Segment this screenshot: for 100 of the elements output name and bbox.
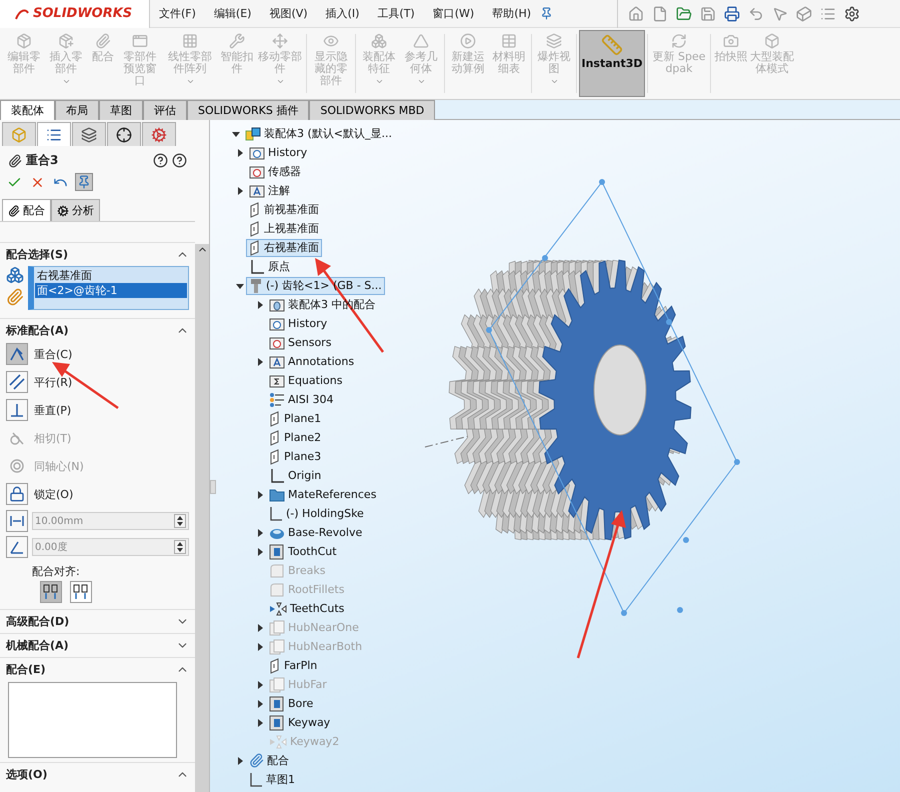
selection-item[interactable]: 面<2>@齿轮-1	[35, 283, 187, 298]
collapsed-caret-icon[interactable]	[236, 186, 244, 194]
menu-item[interactable]: 帮助(H)	[483, 6, 540, 21]
panel-tab[interactable]	[37, 122, 71, 146]
tree-item[interactable]: ToothCut	[266, 542, 340, 560]
tree-item[interactable]: 传感器	[246, 162, 304, 180]
layers-icon	[546, 33, 562, 49]
menu-item[interactable]: 编辑(E)	[204, 6, 260, 21]
paperclip-icon	[95, 33, 111, 49]
plane-icon	[269, 410, 281, 426]
boxes-icon	[371, 33, 387, 49]
panel-collapse-handle[interactable]	[210, 480, 216, 494]
save-icon[interactable]	[700, 6, 716, 22]
folder-paperclip-icon	[269, 298, 285, 312]
aligned-icon[interactable]	[40, 581, 62, 603]
panel-subtab[interactable]: 分析	[51, 199, 100, 221]
folder-letter-icon	[249, 184, 265, 198]
tree-item[interactable]: 装配体3 (默认<默认_显...	[242, 124, 395, 142]
command-tab[interactable]: 草图	[99, 100, 143, 120]
tree-item[interactable]: 配合	[246, 752, 292, 770]
command-tab[interactable]: 装配体	[0, 100, 55, 120]
expanded-caret-icon[interactable]	[236, 282, 244, 290]
tree-item[interactable]: 右视基准面	[246, 238, 322, 256]
command-tab[interactable]: 评估	[143, 100, 187, 120]
distance-icon[interactable]	[6, 510, 28, 532]
tree-item[interactable]: TeethCuts	[266, 600, 348, 618]
tree-item[interactable]: MateReferences	[266, 486, 380, 504]
help-icon[interactable]	[172, 153, 187, 168]
panel-tab[interactable]	[107, 122, 141, 146]
tree-item[interactable]: Sensors	[266, 334, 334, 352]
mate-type-button[interactable]	[6, 483, 28, 505]
open-folder-icon[interactable]	[676, 6, 692, 22]
pointer-icon[interactable]	[772, 6, 788, 22]
tree-item[interactable]: Base-Revolve	[266, 524, 366, 542]
menu-item[interactable]: 文件(F)	[150, 6, 205, 21]
mate-type-button[interactable]	[6, 399, 28, 421]
crosshair-icon	[116, 126, 132, 142]
command-tab[interactable]: 布局	[55, 100, 99, 120]
tree-item[interactable]: 前视基准面	[246, 200, 322, 218]
mates-list-box[interactable]	[8, 682, 177, 758]
settings-icon[interactable]	[844, 6, 860, 22]
scrollbar[interactable]	[195, 244, 209, 792]
plane-icon	[269, 430, 281, 446]
folder-icon	[269, 488, 285, 502]
tree-item[interactable]: (-) HoldingSke	[266, 504, 367, 522]
collapsed-caret-icon[interactable]	[256, 528, 264, 536]
collapsed-caret-icon[interactable]	[236, 148, 244, 156]
collapsed-caret-icon[interactable]	[256, 490, 264, 498]
home-icon[interactable]	[628, 6, 644, 22]
undo-icon[interactable]	[748, 6, 764, 22]
tree-item[interactable]: History	[266, 314, 330, 332]
collapsed-caret-icon[interactable]	[236, 756, 244, 764]
help-icon[interactable]	[153, 153, 168, 168]
tree-item[interactable]: Plane1	[266, 410, 324, 428]
selection-list[interactable]: 右视基准面 面<2>@齿轮-1	[28, 266, 189, 310]
tree-item[interactable]: 注解	[246, 182, 293, 200]
tree-item[interactable]: Plane2	[266, 428, 324, 446]
menu-item[interactable]: 窗口(W)	[424, 6, 484, 21]
mate-type-button[interactable]	[6, 371, 28, 393]
boss-feature-icon	[269, 676, 285, 692]
tree-item[interactable]: 上视基准面	[246, 220, 322, 238]
menu-item[interactable]: 视图(V)	[260, 6, 317, 21]
command-tab[interactable]: SOLIDWORKS MBD	[309, 100, 436, 120]
panel-tab[interactable]	[72, 122, 106, 146]
tree-item[interactable]: Origin	[266, 466, 324, 484]
tree-item[interactable]: FarPln	[266, 656, 320, 674]
ribbon-button[interactable]: Instant3D	[579, 30, 645, 97]
command-tab[interactable]: SOLIDWORKS 插件	[187, 100, 310, 120]
tree-item[interactable]: Bore	[266, 694, 316, 712]
collapsed-caret-icon[interactable]	[256, 548, 264, 556]
menu-item[interactable]: 工具(T)	[368, 6, 424, 21]
tree-item[interactable]: Keyway	[266, 714, 334, 732]
tree-item[interactable]: 草图1	[246, 770, 298, 788]
angle-icon[interactable]	[6, 536, 28, 558]
anti-aligned-icon[interactable]	[70, 581, 92, 603]
selection-item[interactable]: 右视基准面	[35, 268, 187, 283]
menu-item[interactable]: 插入(I)	[316, 6, 368, 21]
pin-button[interactable]	[75, 173, 93, 191]
tree-item[interactable]: AISI 304	[266, 390, 336, 408]
plane-icon	[249, 202, 261, 218]
new-file-icon[interactable]	[652, 6, 668, 22]
mate-type-button[interactable]	[6, 343, 28, 365]
list-icon[interactable]	[820, 6, 836, 22]
collapsed-caret-icon[interactable]	[256, 358, 264, 366]
collapsed-caret-icon[interactable]	[256, 300, 264, 308]
expanded-caret-icon[interactable]	[232, 130, 240, 138]
section-title: 配合(E)	[6, 662, 46, 677]
panel-subtab[interactable]: 配合	[2, 199, 51, 221]
package-icon	[16, 33, 32, 49]
tree-item[interactable]: 原点	[246, 258, 293, 276]
tree-item[interactable]: Equations	[266, 372, 346, 390]
tree-item[interactable]: History	[246, 144, 310, 162]
tree-item[interactable]: Annotations	[266, 352, 358, 370]
printer-icon[interactable]	[724, 6, 740, 22]
pin-icon[interactable]	[540, 7, 554, 20]
section-title: 配合选择(S)	[6, 247, 68, 262]
collapsed-caret-icon[interactable]	[256, 718, 264, 726]
collapsed-caret-icon[interactable]	[256, 700, 264, 708]
plane-icon	[269, 448, 281, 464]
tree-item[interactable]: Plane3	[266, 448, 324, 466]
